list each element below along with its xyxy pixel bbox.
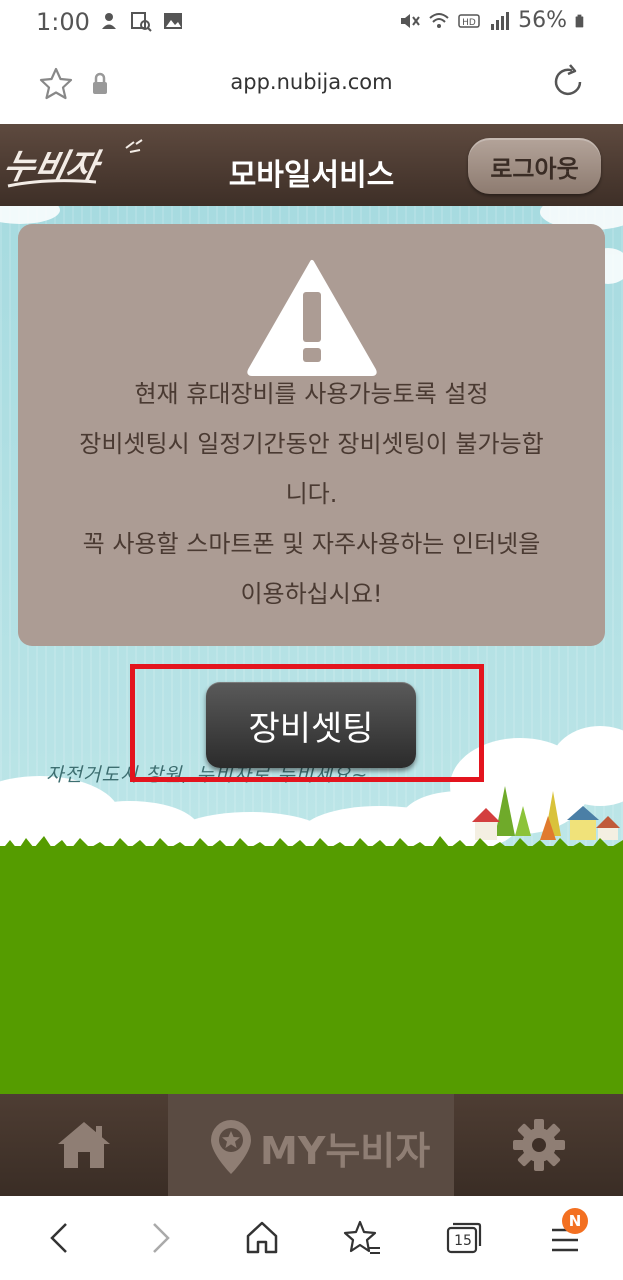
tab-count: 15	[454, 1233, 472, 1249]
gallery-icon	[164, 13, 182, 29]
status-icons-left	[98, 10, 184, 32]
browser-toolbar: 15 N	[0, 1196, 623, 1280]
notification-icon	[102, 13, 116, 29]
warning-panel: 현재 휴대장비를 사용가능토록 설정 장비셋팅시 일정기간동안 장비셋팅이 불가…	[18, 224, 605, 646]
warning-message-line: 현재 휴대장비를 사용가능토록 설정	[134, 380, 489, 408]
image-search-icon	[131, 12, 152, 32]
svg-text:HD: HD	[462, 18, 476, 28]
browser-home-icon[interactable]	[242, 1218, 282, 1258]
address-bar: app.nubija.com	[0, 44, 623, 124]
device-setting-button[interactable]: 장비셋팅	[206, 682, 416, 768]
warning-message-line: 장비셋팅시 일정기간동안 장비셋팅이 불가능합	[79, 430, 544, 458]
notification-badge: N	[562, 1208, 588, 1234]
warning-message-line: 이용하십시요!	[240, 580, 383, 608]
status-icons-right: HD 56%	[398, 8, 589, 33]
warning-message-line: 니다.	[285, 480, 338, 508]
grass-edge	[0, 836, 623, 862]
nav-my-nubija-label: MY누비자	[260, 1129, 431, 1173]
logout-button[interactable]: 로그아웃	[468, 138, 601, 194]
reload-icon[interactable]	[550, 64, 586, 100]
warning-icon	[247, 260, 377, 376]
warning-message-line: 꼭 사용할 스마트폰 및 자주사용하는 인터넷을	[82, 530, 541, 558]
hd-icon: HD	[458, 13, 480, 28]
bottom-navigation: MY누비자	[0, 1094, 623, 1196]
gear-icon	[513, 1119, 565, 1171]
main-content: 현재 휴대장비를 사용가능토록 설정 장비셋팅시 일정기간동안 장비셋팅이 불가…	[0, 206, 623, 1094]
battery-percent: 56%	[518, 8, 567, 33]
grass-field	[0, 836, 623, 1094]
signal-icon	[491, 11, 510, 30]
status-bar: 1:00 HD 56%	[0, 0, 623, 44]
back-arrow-icon[interactable]	[40, 1218, 80, 1258]
nav-settings[interactable]	[454, 1094, 623, 1196]
wifi-icon	[429, 12, 449, 28]
nav-my-nubija[interactable]: MY누비자	[168, 1094, 454, 1196]
location-pin-icon	[211, 1120, 251, 1174]
forward-arrow-icon[interactable]	[140, 1218, 180, 1258]
nav-home[interactable]	[0, 1094, 168, 1196]
site-header: 누비자 모바일서비스 로그아웃	[0, 124, 623, 206]
battery-icon	[575, 14, 584, 27]
mute-icon	[401, 13, 420, 28]
bookmarks-icon[interactable]	[342, 1218, 382, 1258]
tabs-button[interactable]: 15	[444, 1218, 484, 1258]
status-time: 1:00	[36, 8, 90, 36]
url-text[interactable]: app.nubija.com	[0, 70, 623, 94]
home-icon	[58, 1122, 110, 1168]
